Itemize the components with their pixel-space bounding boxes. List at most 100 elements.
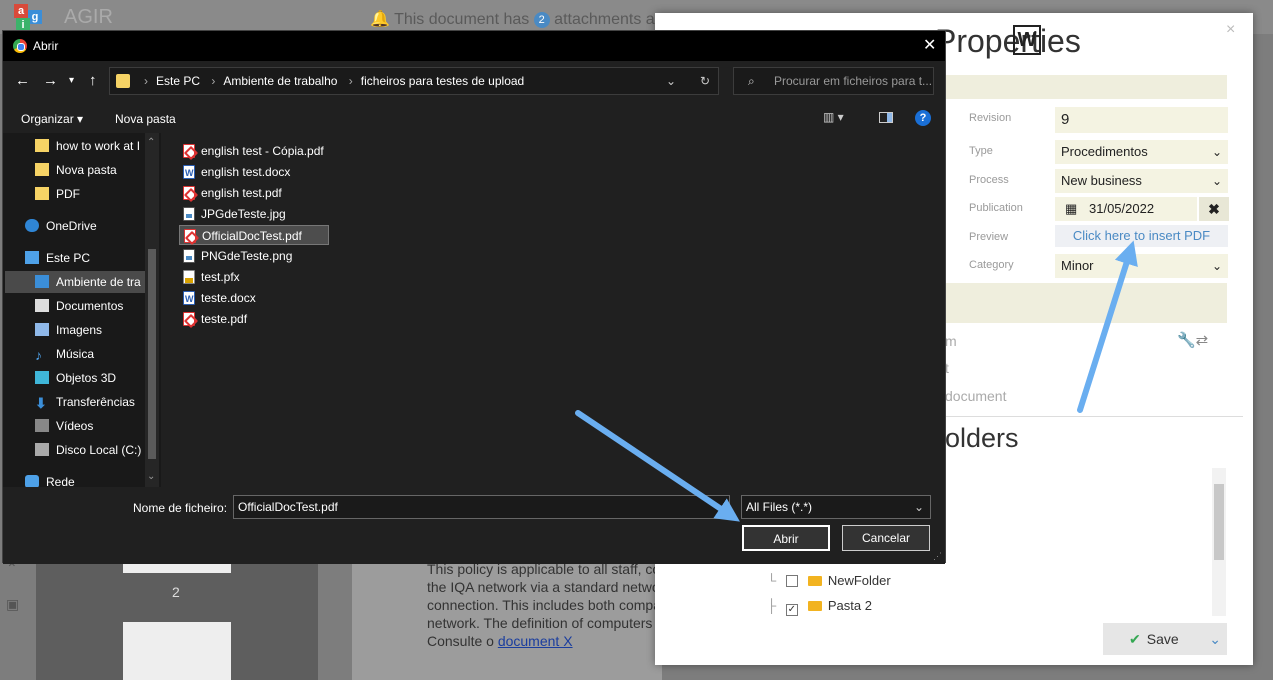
folder-icon	[35, 187, 49, 200]
nav-item-videos[interactable]: Vídeos	[35, 415, 93, 437]
category-label: Category	[969, 259, 1014, 271]
save-button[interactable]: ✔ Save ⌄	[1103, 623, 1227, 655]
file-item[interactable]: teste.docx	[179, 288, 262, 309]
folder-tree-item[interactable]: └ NewFolder	[767, 573, 891, 588]
chevron-down-icon[interactable]: ⌄	[666, 68, 676, 94]
download-icon: ⬇	[35, 395, 47, 411]
nav-item-documents[interactable]: Documentos	[35, 295, 123, 317]
file-item[interactable]: english test.docx	[179, 162, 296, 183]
refresh-icon[interactable]: ↻	[700, 68, 710, 94]
file-item[interactable]: english test.pdf	[179, 183, 288, 203]
doc-line: connection. This includes both compa	[427, 597, 661, 613]
view-options-icon[interactable]: ▥ ▾	[823, 110, 844, 124]
chevron-down-icon[interactable]: ⌄	[1209, 623, 1221, 655]
process-select[interactable]: New business ⌄	[1055, 169, 1228, 193]
breadcrumb-item[interactable]: Ambiente de trabalho	[223, 74, 337, 88]
help-icon[interactable]: ?	[915, 110, 931, 126]
app-logo: a g i	[2, 2, 46, 32]
open-button[interactable]: Abrir	[742, 525, 830, 551]
clear-date-icon[interactable]: ✖	[1199, 197, 1229, 221]
scrollbar-thumb[interactable]	[1214, 484, 1224, 560]
folder-tree-item[interactable]: ├ ✓ Pasta 2	[767, 598, 872, 616]
resize-grip-icon[interactable]: ⋰	[933, 551, 942, 562]
file-item[interactable]: test.pfx	[179, 267, 246, 287]
briefcase-icon[interactable]: ▣	[6, 596, 19, 613]
close-icon[interactable]: ✕	[923, 35, 936, 55]
forward-arrow-icon[interactable]: →	[43, 72, 58, 89]
file-item[interactable]: JPGdeTeste.jpg	[179, 204, 292, 224]
filename-label: Nome de ficheiro:	[133, 501, 228, 515]
nav-item-3d[interactable]: Objetos 3D	[35, 367, 116, 389]
nav-scrollbar[interactable]: ⌃ ⌄	[145, 133, 159, 487]
organize-menu[interactable]: Organizar ▾	[21, 112, 83, 126]
nav-item[interactable]: how to work at I	[35, 135, 140, 157]
publication-date-field[interactable]: ▦ 31/05/2022 ✖	[1055, 197, 1229, 221]
up-arrow-icon[interactable]: ↑	[89, 72, 97, 89]
preview-pane-icon[interactable]	[879, 112, 893, 123]
type-select[interactable]: Procedimentos ⌄	[1055, 140, 1228, 164]
breadcrumb-item[interactable]: Este PC	[156, 74, 200, 88]
preview-label: Preview	[969, 231, 1009, 243]
nav-item-pictures[interactable]: Imagens	[35, 319, 102, 341]
documents-icon	[35, 299, 49, 312]
ghost-text: document	[945, 388, 1007, 404]
back-arrow-icon[interactable]: ←	[15, 72, 30, 89]
doc-consult: Consulte o	[427, 633, 494, 649]
insert-pdf-link[interactable]: Click here to insert PDF	[1055, 225, 1228, 247]
file-item[interactable]: PNGdeTeste.png	[179, 246, 298, 266]
properties-title: Properties	[935, 23, 1081, 59]
dialog-footer: Nome de ficheiro: OfficialDocTest.pdf Al…	[3, 487, 945, 564]
nav-item[interactable]: PDF	[35, 183, 80, 205]
address-bar[interactable]: › Este PC › Ambiente de trabalho › ficheiro…	[109, 67, 719, 95]
divider	[935, 416, 1243, 417]
ghost-text: m	[945, 333, 957, 349]
close-icon[interactable]: ×	[1226, 21, 1235, 39]
category-select[interactable]: Minor ⌄	[1055, 254, 1228, 278]
filename-input[interactable]: OfficialDocTest.pdf	[233, 495, 730, 519]
scrollbar-thumb[interactable]	[148, 249, 156, 459]
search-icon: ⌕	[748, 74, 755, 88]
publication-label: Publication	[969, 202, 1023, 214]
recent-locations-icon[interactable]: ▾	[69, 75, 74, 86]
doc-line: network. The definition of computers	[427, 615, 653, 631]
folder-checkbox[interactable]: ✓	[785, 604, 798, 616]
nav-item-este-pc[interactable]: Este PC	[25, 247, 90, 269]
drive-icon	[35, 443, 49, 456]
breadcrumb-item[interactable]: ficheiros para testes de upload	[361, 74, 524, 88]
cancel-button[interactable]: Cancelar	[842, 525, 930, 551]
folder-icon	[807, 601, 822, 611]
chevron-down-icon[interactable]: ⌄	[147, 471, 155, 482]
chevron-up-icon[interactable]: ⌃	[147, 137, 155, 148]
certificate-file-icon	[183, 270, 195, 284]
page-thumbnails: 2	[36, 560, 318, 680]
navigation-bar: ← → ▾ ↑ › Este PC › Ambiente de trabalho ›…	[3, 61, 945, 101]
file-item-selected[interactable]: OfficialDocTest.pdf	[179, 225, 329, 245]
file-item[interactable]: teste.pdf	[179, 309, 253, 329]
folder-icon	[35, 163, 49, 176]
pdf-file-icon	[183, 144, 195, 158]
chevron-down-icon: ⌄	[913, 500, 924, 514]
nav-item-desktop[interactable]: Ambiente de tra	[5, 271, 145, 293]
nav-item-onedrive[interactable]: OneDrive	[25, 215, 97, 237]
filetype-select[interactable]: All Files (*.*) ⌄	[741, 495, 931, 519]
nav-item-local-disk[interactable]: Disco Local (C:)	[35, 439, 141, 461]
cube-icon	[35, 371, 49, 384]
dialog-toolbar: Organizar ▾ Nova pasta ▥ ▾ ?	[3, 103, 945, 133]
revision-field[interactable]: 9	[1055, 107, 1228, 133]
wrench-icon[interactable]: 🔧⇄	[1177, 331, 1208, 349]
nav-item-music[interactable]: ♪ Música	[35, 343, 94, 365]
file-item[interactable]: english test - Cópia.pdf	[179, 141, 330, 161]
section-header-bar	[945, 75, 1227, 99]
page-thumbnail-2[interactable]	[123, 622, 231, 680]
document-link[interactable]: document X	[498, 633, 573, 649]
nav-item-network[interactable]: Rede	[25, 471, 75, 487]
folder-icon	[116, 74, 130, 88]
new-folder-button[interactable]: Nova pasta	[115, 112, 176, 126]
folder-checkbox[interactable]	[785, 575, 798, 587]
nav-item-downloads[interactable]: ⬇ Transferências	[35, 391, 135, 413]
attachments-notice[interactable]: 🔔 This document has 2 attachments a	[370, 9, 655, 29]
calendar-icon[interactable]: ▦	[1065, 197, 1077, 221]
search-input[interactable]: ⌕ Procurar em ficheiros para t...	[733, 67, 934, 95]
folders-scrollbar[interactable]	[1212, 468, 1226, 616]
nav-item[interactable]: Nova pasta	[35, 159, 117, 181]
